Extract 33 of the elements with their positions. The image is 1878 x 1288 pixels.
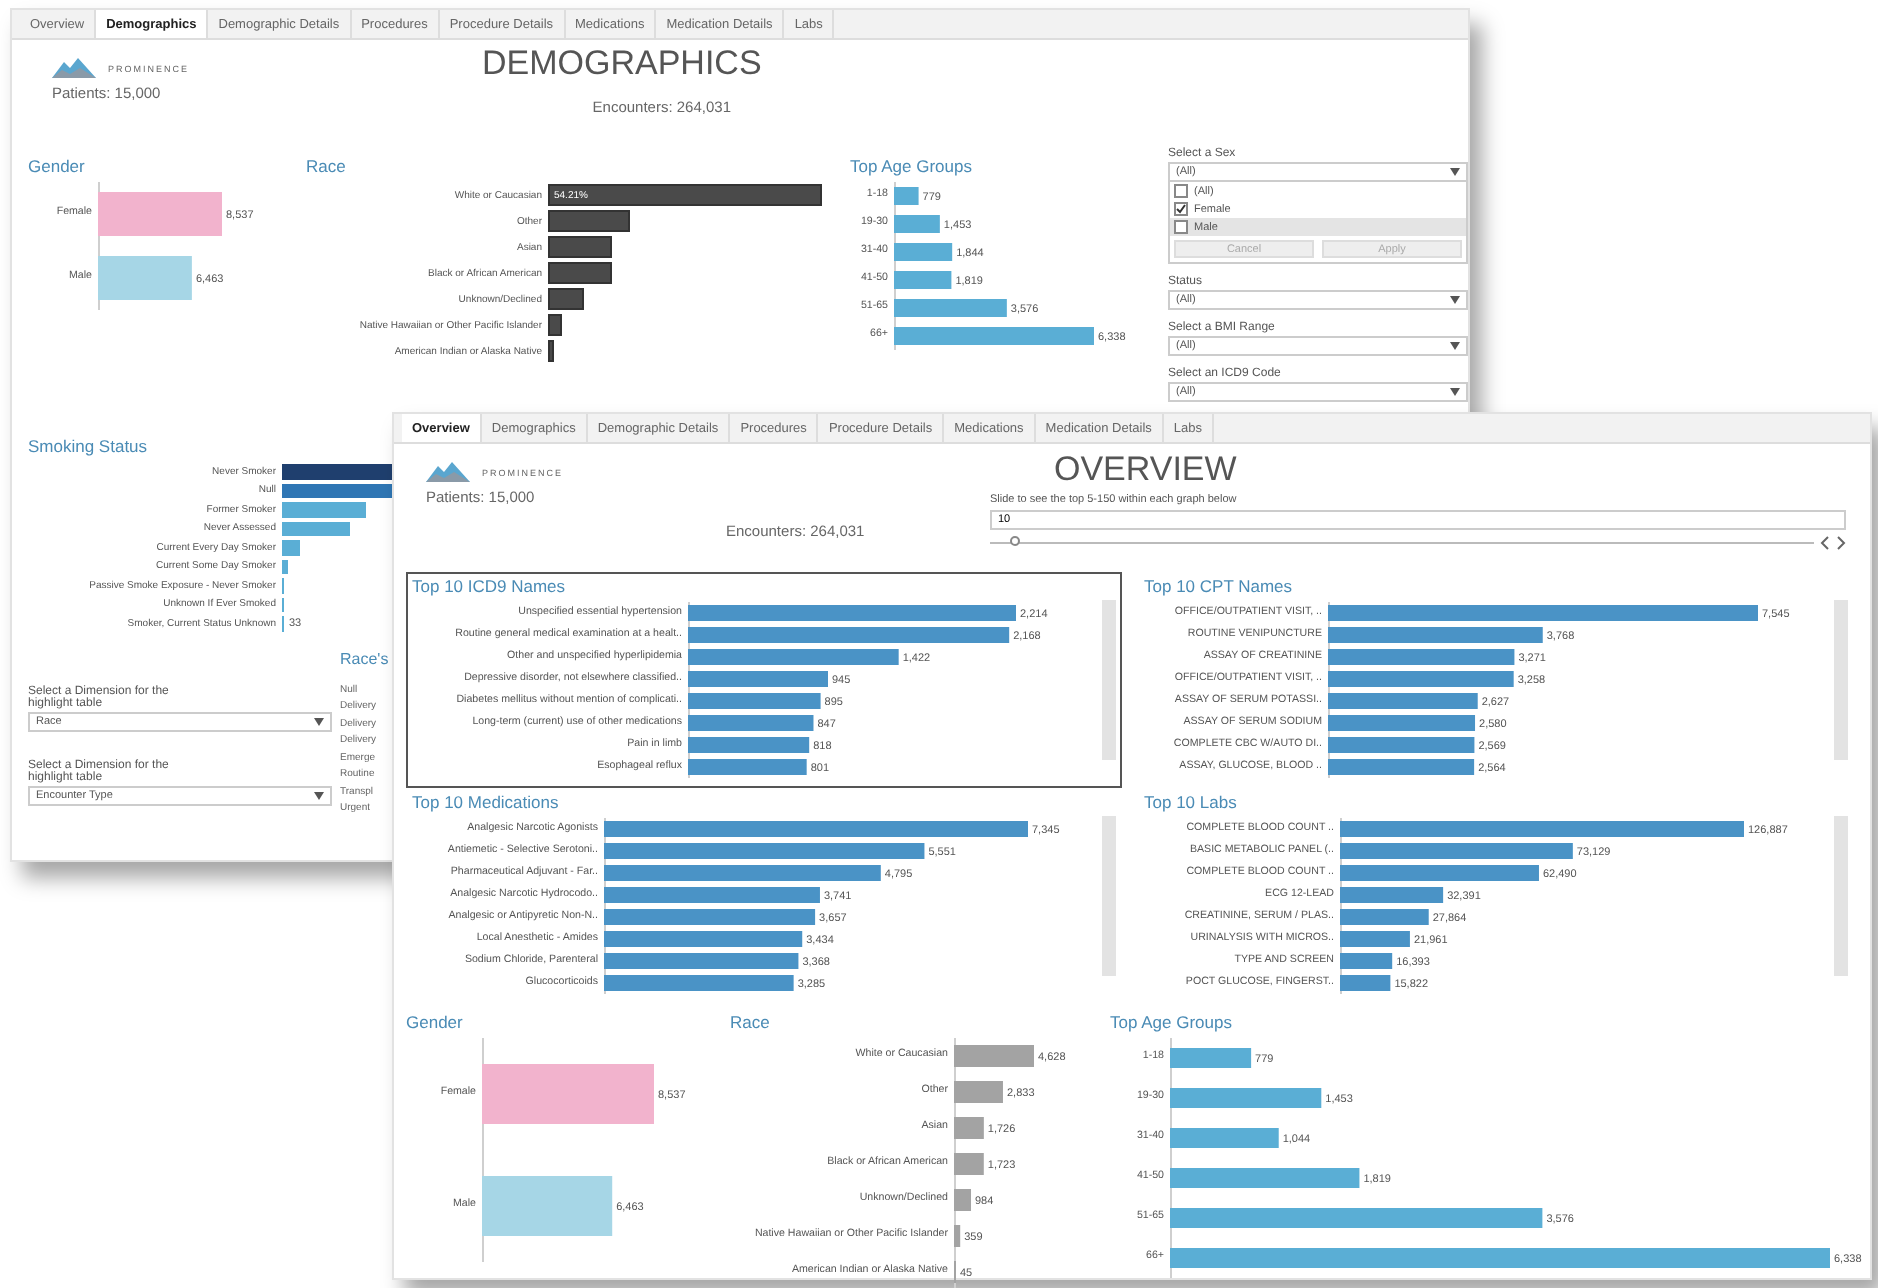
- chart-title: Gender: [28, 156, 85, 176]
- chart-bar: [282, 540, 300, 555]
- caret-icon: [1450, 342, 1460, 350]
- chart-bar: [548, 210, 631, 232]
- chart-bar: [98, 256, 192, 300]
- chart-bar: [894, 215, 940, 233]
- chart-title: Race: [306, 156, 346, 176]
- caret-icon: [1450, 388, 1460, 396]
- chart-bar: [282, 502, 366, 517]
- caret-icon: [314, 791, 324, 799]
- mountain-logo-icon: [52, 58, 96, 78]
- chart-bar: [282, 559, 288, 574]
- chart-bar: [894, 243, 953, 261]
- checkbox[interactable]: [1174, 184, 1188, 198]
- chart-title: Smoking Status: [28, 436, 148, 456]
- chart-bar: [282, 521, 350, 536]
- chart-bar: [548, 288, 585, 310]
- chart-bar: [548, 236, 612, 258]
- page-title: DEMOGRAPHICS: [482, 44, 762, 84]
- chart-bar: [548, 340, 555, 362]
- checkbox[interactable]: [1174, 202, 1188, 216]
- chart-bar: [894, 271, 952, 289]
- checkbox[interactable]: [1174, 220, 1188, 234]
- caret-icon: [1450, 168, 1460, 176]
- caret-icon: [314, 717, 324, 725]
- chart-title: Top Age Groups: [850, 156, 972, 176]
- chart-bar: [894, 187, 919, 205]
- chart-bar: [98, 192, 222, 236]
- caret-icon: [1450, 296, 1460, 304]
- table-title: Race's: [340, 649, 388, 667]
- chart-bar: [548, 262, 612, 284]
- chart-bar: [894, 299, 1007, 317]
- chart-bar: [548, 314, 563, 336]
